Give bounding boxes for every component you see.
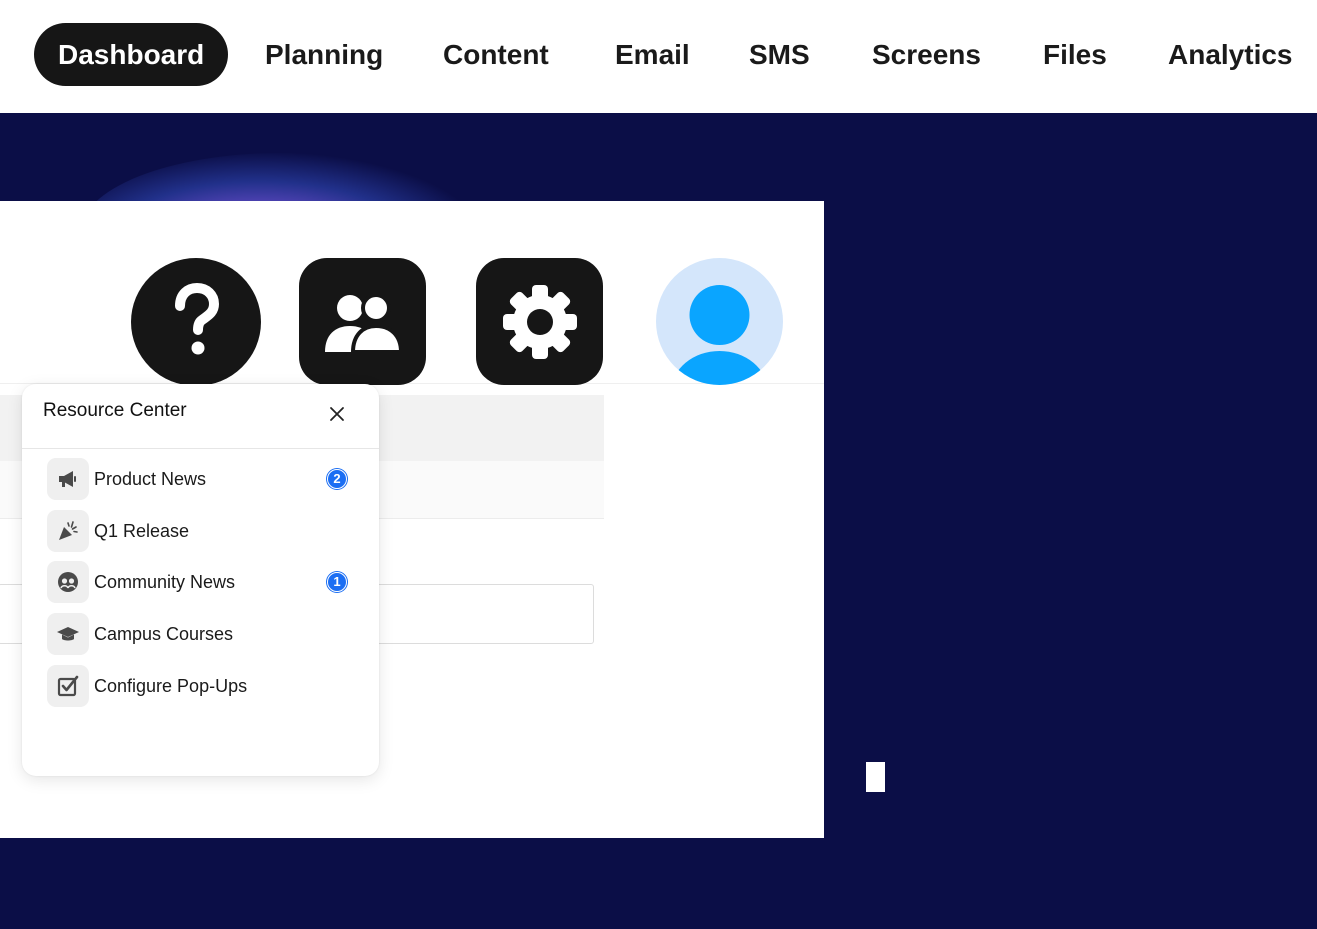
top-navigation: Dashboard Planning Content Email SMS Scr… [0,0,1317,113]
nav-files[interactable]: Files [1043,23,1107,86]
nav-planning[interactable]: Planning [265,23,383,86]
user-avatar-icon [672,285,767,385]
team-button[interactable] [299,258,426,385]
resource-item-label: Configure Pop-Ups [94,675,248,696]
notification-badge: 2 [327,469,347,489]
notification-badge: 1 [327,572,347,592]
resource-item-campus-courses[interactable]: Campus Courses [47,613,357,655]
question-mark-icon [175,282,220,355]
avatar-button[interactable] [656,258,783,385]
background-glow [60,113,520,201]
nav-email[interactable]: Email [615,23,690,86]
resource-item-label: Community News [94,571,236,592]
nav-content[interactable]: Content [443,23,549,86]
resource-item-q1-release[interactable]: Q1 Release [47,510,357,552]
resource-item-configure-popups[interactable]: Configure Pop-Ups [47,665,357,707]
nav-dashboard[interactable]: Dashboard [34,23,229,86]
resource-item-label: Campus Courses [94,623,234,644]
resource-item-community-news[interactable]: Community News 1 [47,561,357,603]
users-icon [324,292,403,354]
settings-button[interactable] [476,258,603,385]
gear-icon [502,284,577,359]
resource-center-popover: Resource Center Product News 2 Q1 Releas… [22,384,379,776]
text-cursor [866,762,885,792]
nav-analytics[interactable]: Analytics [1168,23,1293,86]
close-icon [330,407,344,421]
resource-item-label: Q1 Release [94,520,190,541]
community-icon [47,561,89,603]
resource-item-label: Product News [94,468,207,489]
nav-sms[interactable]: SMS [749,23,810,86]
graduation-cap-icon [47,613,89,655]
resource-center-title: Resource Center [43,400,187,421]
close-button[interactable] [324,401,350,427]
party-popper-icon [47,510,89,552]
resource-item-product-news[interactable]: Product News 2 [47,458,357,500]
nav-screens[interactable]: Screens [872,23,981,86]
divider [22,448,379,449]
megaphone-icon [47,458,89,500]
help-button[interactable] [131,258,261,386]
checkbox-edit-icon [47,665,89,707]
